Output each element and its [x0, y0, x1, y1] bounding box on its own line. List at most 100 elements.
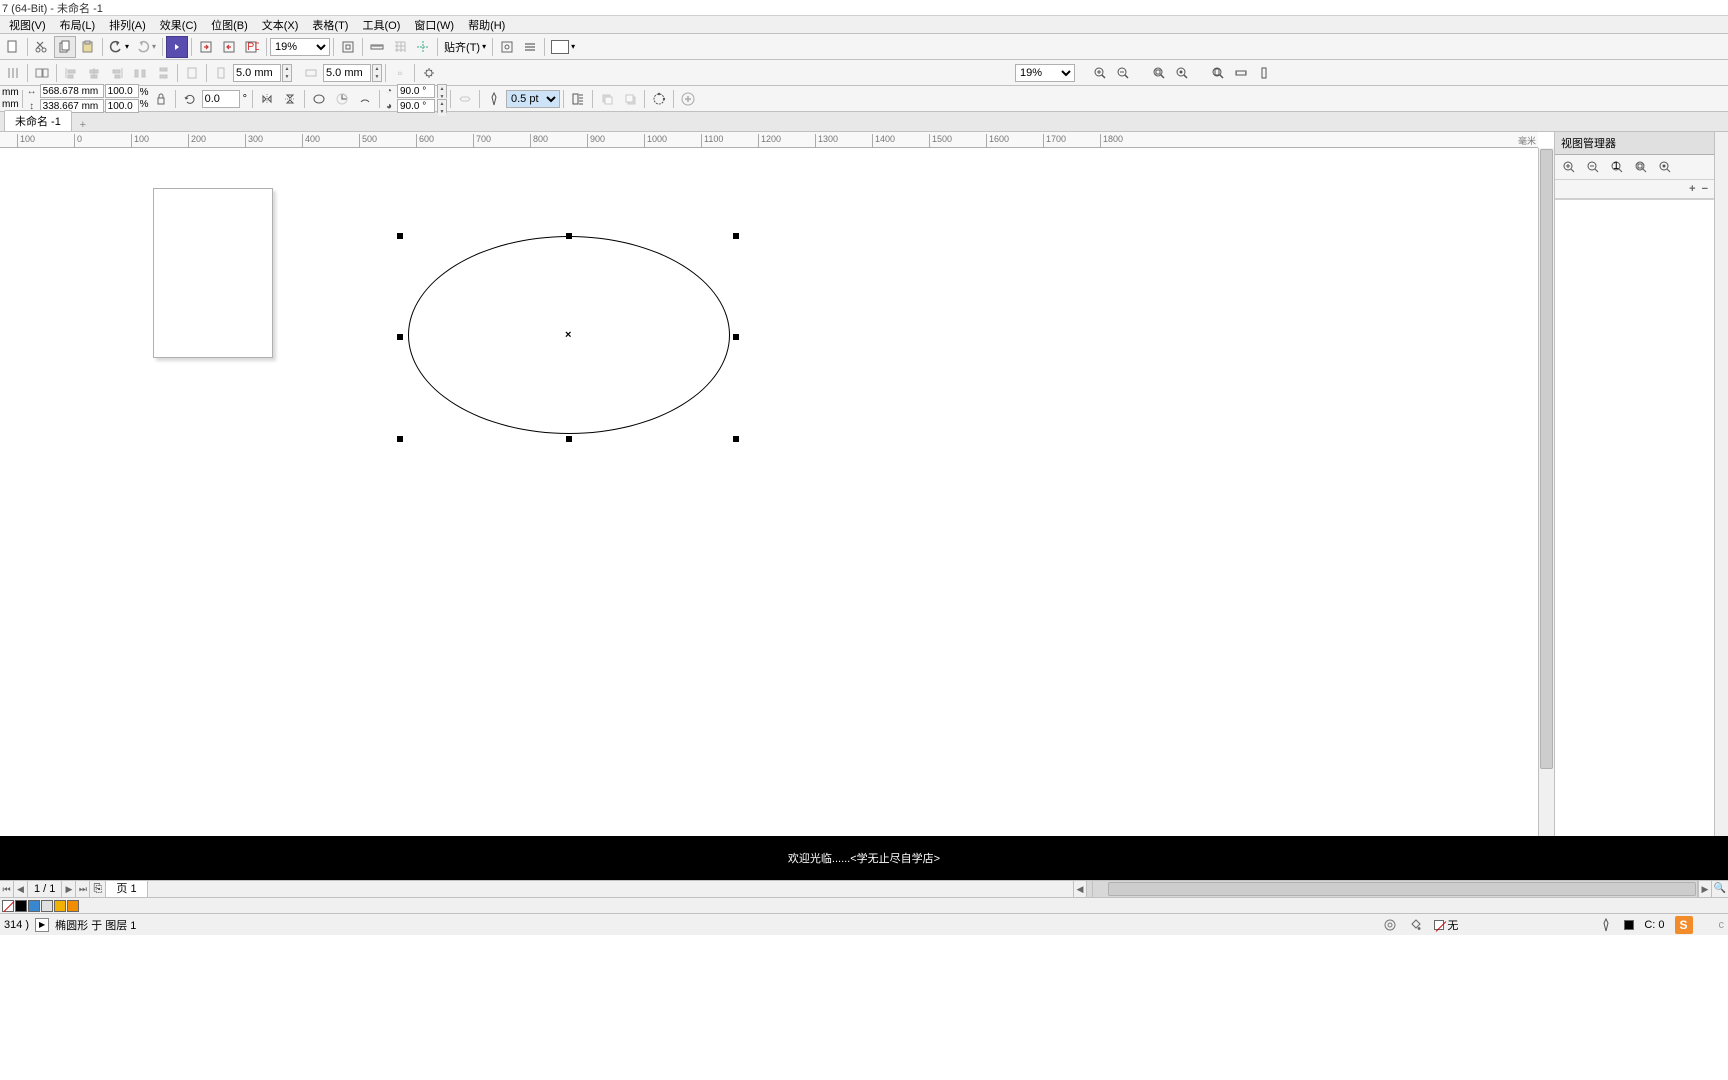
page-counter[interactable]: 1 / 1 [28, 881, 62, 897]
panel-zoom-out-button[interactable] [1585, 159, 1601, 175]
options-button[interactable] [496, 36, 518, 58]
swatch-yellow[interactable] [54, 900, 66, 912]
panel-add-button[interactable]: + [1689, 183, 1695, 195]
add-button[interactable] [677, 88, 699, 110]
angle1-spinner[interactable]: ▲▼ [437, 84, 447, 98]
horizontal-ruler[interactable]: 毫米 2001000100200300400500600700800900100… [0, 132, 1538, 148]
selection-handle-bl[interactable] [397, 436, 403, 442]
publish-pdf-button[interactable]: PDF [241, 36, 263, 58]
selection-handle-tl[interactable] [397, 233, 403, 239]
menu-bitmap[interactable]: 位图(B) [204, 16, 255, 34]
swatch-black[interactable] [15, 900, 27, 912]
start-angle-input[interactable] [397, 84, 435, 98]
zoom-width-button[interactable] [1230, 62, 1252, 84]
outline-indicator-icon[interactable] [1598, 917, 1614, 933]
paste-button[interactable] [77, 36, 99, 58]
snap-menu[interactable]: 贴齐(T)▾ [441, 36, 489, 58]
mirror-h-button[interactable] [256, 88, 278, 110]
show-guidelines-button[interactable] [412, 36, 434, 58]
zoom-all-button[interactable] [1171, 62, 1193, 84]
distribute-v-button[interactable] [152, 62, 174, 84]
fullscreen-button[interactable] [337, 36, 359, 58]
selection-handle-tr[interactable] [733, 233, 739, 239]
zoom-level-select-2[interactable]: 19% [1015, 64, 1075, 82]
selection-handle-mr[interactable] [733, 334, 739, 340]
show-rulers-button[interactable] [366, 36, 388, 58]
add-page-button[interactable]: ⎘ [90, 881, 106, 897]
hscroll-thumb[interactable] [1108, 882, 1696, 896]
menu-layout[interactable]: 布局(L) [53, 16, 102, 34]
selection-handle-ml[interactable] [397, 334, 403, 340]
nudge-x-spinner[interactable]: ▲▼ [282, 64, 292, 82]
scale-y-input[interactable] [105, 99, 139, 113]
search-button[interactable] [166, 36, 188, 58]
navigator-popup-button[interactable]: 🔍 [1712, 881, 1728, 897]
page-height-input[interactable] [323, 64, 371, 82]
panel-zoom-all-button[interactable] [1657, 159, 1673, 175]
panel-zoom-sel-button[interactable] [1633, 159, 1649, 175]
show-grid-button[interactable] [389, 36, 411, 58]
autofit-button[interactable] [31, 62, 53, 84]
wrap-text-button[interactable] [567, 88, 589, 110]
menu-view[interactable]: 视图(V) [2, 16, 53, 34]
portrait-button[interactable] [210, 62, 232, 84]
swatch-blue[interactable] [28, 900, 40, 912]
color-proof-icon[interactable] [1382, 917, 1398, 933]
object-width-input[interactable] [40, 84, 104, 98]
app-launcher-button[interactable] [519, 36, 541, 58]
rotation-input[interactable] [202, 90, 240, 108]
first-page-button[interactable]: ⏮ [0, 881, 14, 897]
convert-curves-button[interactable] [648, 88, 670, 110]
back-one-button[interactable] [619, 88, 641, 110]
align-center-button[interactable] [83, 62, 105, 84]
copy-button[interactable] [54, 36, 76, 58]
swap-direction-button[interactable] [454, 88, 476, 110]
end-angle-input[interactable] [397, 99, 435, 113]
layout-guides-button[interactable] [2, 62, 24, 84]
scrollbar-thumb[interactable] [1540, 149, 1553, 769]
angle2-spinner[interactable]: ▲▼ [437, 99, 447, 113]
play-status-icon[interactable]: ▶ [35, 918, 49, 932]
selection-handle-tc[interactable] [566, 233, 572, 239]
gear-options-button[interactable] [418, 62, 440, 84]
horizontal-scrollbar[interactable] [1093, 881, 1698, 897]
menu-help[interactable]: 帮助(H) [461, 16, 512, 34]
zoom-in-button[interactable] [1089, 62, 1111, 84]
hscroll-left-arrow[interactable]: ◀ [1073, 881, 1087, 897]
menu-arrange[interactable]: 排列(A) [102, 16, 153, 34]
panel-zoom-in-button[interactable] [1561, 159, 1577, 175]
page-tab-1[interactable]: 页 1 [106, 881, 147, 897]
align-left-button[interactable] [60, 62, 82, 84]
view-list[interactable] [1555, 199, 1714, 880]
menu-text[interactable]: 文本(X) [255, 16, 306, 34]
arc-button[interactable] [354, 88, 376, 110]
zoom-height-button[interactable] [1253, 62, 1275, 84]
zoom-out-button[interactable] [1112, 62, 1134, 84]
prev-page-button[interactable]: ◀ [14, 881, 28, 897]
front-one-button[interactable] [596, 88, 618, 110]
menu-table[interactable]: 表格(T) [305, 16, 355, 34]
fill-indicator-icon[interactable] [1408, 917, 1424, 933]
page-size-button[interactable] [181, 62, 203, 84]
doc-tab-active[interactable]: 未命名 -1 [4, 110, 72, 131]
color-theme-menu[interactable]: ▾ [548, 36, 578, 58]
landscape-button[interactable] [300, 62, 322, 84]
right-docking-strip[interactable] [1714, 132, 1728, 880]
new-doc-tab[interactable]: + [74, 119, 92, 131]
outline-swatch-black[interactable] [1624, 920, 1634, 930]
next-page-button[interactable]: ▶ [62, 881, 76, 897]
outline-width-select[interactable]: 0.5 pt [506, 90, 560, 108]
selection-handle-bc[interactable] [566, 436, 572, 442]
menu-tools[interactable]: 工具(O) [355, 16, 407, 34]
menu-window[interactable]: 窗口(W) [407, 16, 461, 34]
mirror-v-button[interactable] [279, 88, 301, 110]
export-button[interactable] [218, 36, 240, 58]
scale-x-input[interactable] [105, 84, 139, 98]
selection-handle-br[interactable] [733, 436, 739, 442]
import-button[interactable] [195, 36, 217, 58]
menu-effects[interactable]: 效果(C) [153, 16, 204, 34]
cut-button[interactable] [31, 36, 53, 58]
swatch-orange[interactable] [67, 900, 79, 912]
page-width-input[interactable] [233, 64, 281, 82]
nudge-y-spinner[interactable]: ▲▼ [372, 64, 382, 82]
